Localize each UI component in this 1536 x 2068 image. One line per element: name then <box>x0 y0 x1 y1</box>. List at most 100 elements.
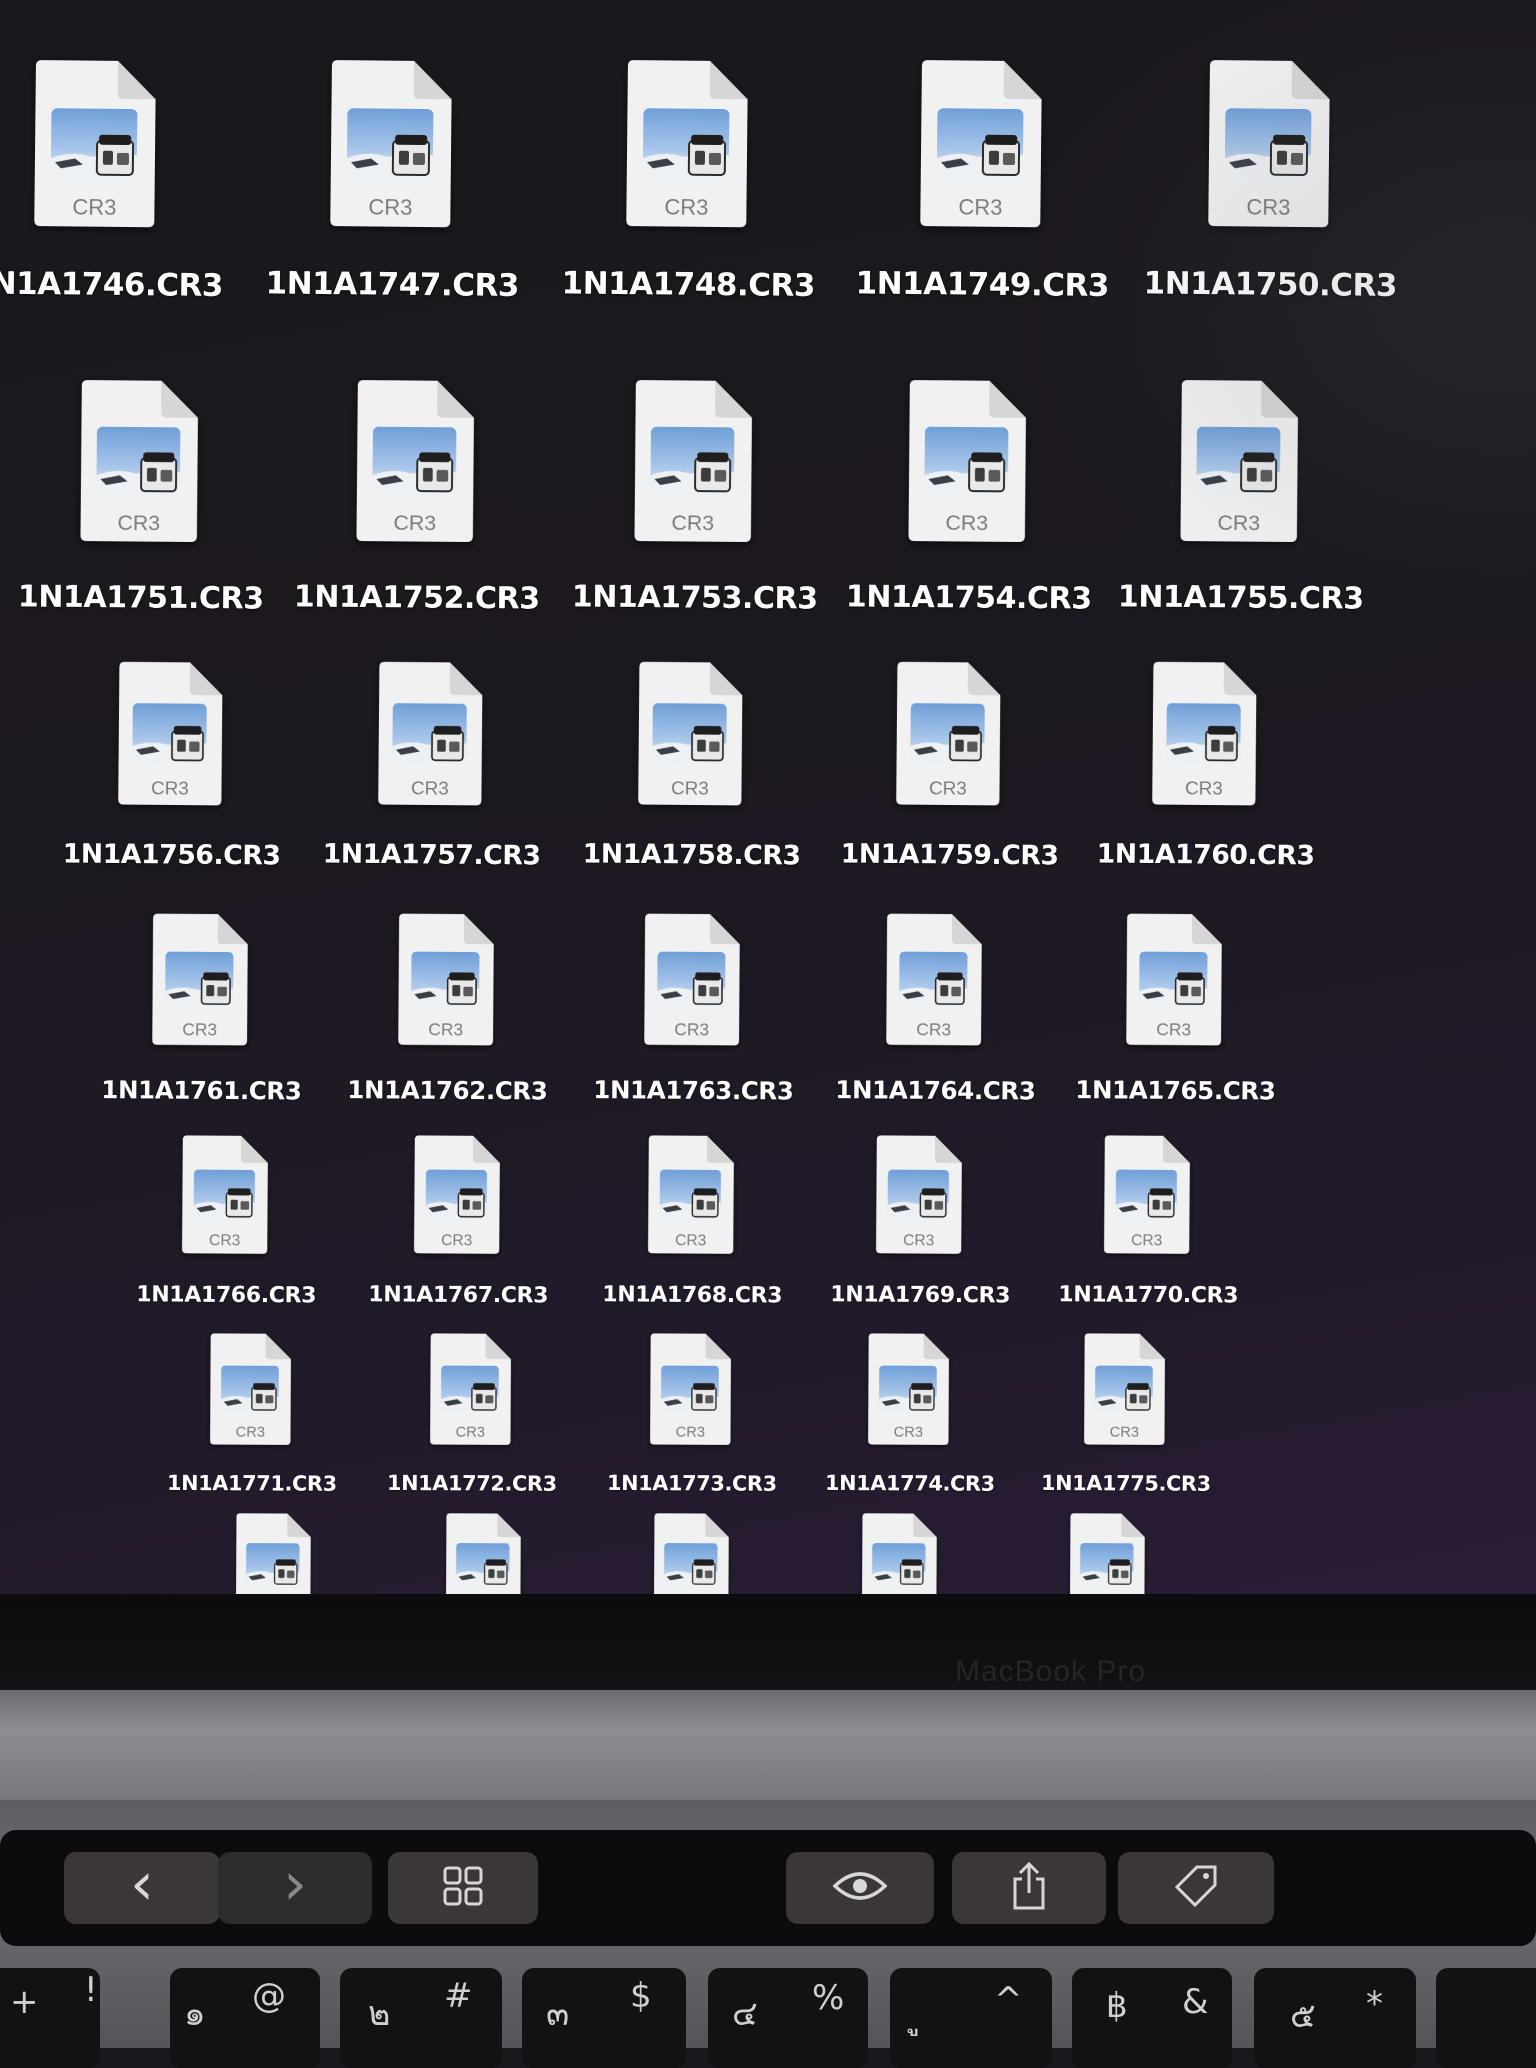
file-name-label[interactable]: 1N1A1750.CR3 <box>1143 265 1397 304</box>
cr3-file-icon[interactable]: CR3 <box>411 1134 501 1255</box>
file-type-label: CR3 <box>664 194 708 219</box>
grid-view-icon <box>442 1865 484 1911</box>
file-name-label[interactable]: 1N1A1747.CR3 <box>265 265 519 304</box>
keyboard-key-spacer <box>0 1968 1 2068</box>
cr3-file-icon[interactable]: CR3 <box>641 912 741 1047</box>
cr3-file-icon[interactable]: CR3 <box>30 58 158 229</box>
file-name-label[interactable]: 1N1A1753.CR3 <box>572 579 818 616</box>
keyboard-key[interactable]: # ๒ <box>340 1968 502 2068</box>
file-name-label[interactable]: 1N1A1755.CR3 <box>1118 579 1364 616</box>
file-name-label[interactable]: 1N1A1754.CR3 <box>846 579 1092 616</box>
file-name-label[interactable]: 1N1A1760.CR3 <box>1097 838 1315 871</box>
file-name-label[interactable]: 1N1A1746.CR3 <box>0 265 223 304</box>
file-type-label: CR3 <box>411 778 449 799</box>
file-name-label[interactable]: 1N1A1765.CR3 <box>1075 1076 1275 1106</box>
file-name-label[interactable]: 1N1A1775.CR3 <box>1041 1471 1211 1496</box>
cr3-file-icon[interactable]: CR3 <box>77 378 201 544</box>
cr3-file-icon[interactable]: CR3 <box>149 912 249 1047</box>
file-type-label: CR3 <box>916 1019 951 1039</box>
file-type-label: CR3 <box>456 1425 486 1441</box>
keyboard-key[interactable]: & ฿ <box>1072 1968 1232 2068</box>
touchbar-forward-button[interactable]: › <box>218 1852 372 1924</box>
file-name-label[interactable]: 1N1A1758.CR3 <box>583 838 801 871</box>
cr3-file-icon[interactable]: CR3 <box>631 378 755 544</box>
laptop-hinge <box>0 1690 1536 1800</box>
keyboard-key[interactable]: % ๔ <box>708 1968 868 2068</box>
keyboard-key[interactable]: ^ ู <box>890 1968 1052 2068</box>
file-name-label[interactable]: 1N1A1763.CR3 <box>593 1076 793 1106</box>
key-top-legend: & <box>1182 1982 1209 2022</box>
file-name-label[interactable]: 1N1A1761.CR3 <box>101 1076 301 1106</box>
cr3-file-icon[interactable]: CR3 <box>645 1134 735 1255</box>
cr3-file-icon[interactable]: CR3 <box>859 1512 938 1600</box>
cr3-file-icon[interactable]: CR3 <box>865 1332 950 1446</box>
cr3-file-icon[interactable]: CR3 <box>179 1134 269 1255</box>
file-name-label[interactable]: 1N1A1770.CR3 <box>1058 1281 1238 1308</box>
share-icon <box>1009 1861 1049 1915</box>
cr3-file-icon[interactable]: CR3 <box>1123 912 1223 1047</box>
cr3-file-icon[interactable]: CR3 <box>326 58 454 229</box>
keyboard-key[interactable] <box>1436 1968 1536 2068</box>
file-name-label[interactable]: 1N1A1762.CR3 <box>347 1076 547 1106</box>
cr3-file-icon[interactable]: CR3 <box>893 660 1003 807</box>
key-bottom-legend: ๔ <box>732 1994 758 2034</box>
file-name-label[interactable]: 1N1A1766.CR3 <box>136 1281 316 1308</box>
cr3-file-icon[interactable]: CR3 <box>622 58 750 229</box>
keyboard-key[interactable]: $ ๓ <box>522 1968 686 2068</box>
finder-window: CR3 1N1A1746.CR3 CR3 1N1A1747.CR3 CR3 1N1A174… <box>0 0 1536 1600</box>
cr3-file-icon[interactable]: CR3 <box>905 378 1029 544</box>
cr3-file-icon[interactable]: CR3 <box>395 912 495 1047</box>
touchbar-share-button[interactable] <box>952 1852 1106 1924</box>
touchbar-back-button[interactable]: ‹ <box>64 1852 220 1924</box>
keyboard-key[interactable]: @ ๑ <box>170 1968 320 2068</box>
file-name-label[interactable]: 1N1A1756.CR3 <box>63 838 281 871</box>
cr3-file-icon[interactable]: CR3 <box>1177 378 1301 544</box>
file-type-label: CR3 <box>182 1019 217 1039</box>
cr3-file-icon[interactable]: CR3 <box>651 1512 730 1600</box>
file-name-label[interactable]: 1N1A1771.CR3 <box>167 1471 337 1496</box>
cr3-file-icon[interactable]: CR3 <box>873 1134 963 1255</box>
touch-bar: ‹ › <box>0 1830 1536 1946</box>
file-type-label: CR3 <box>676 1425 706 1441</box>
cr3-file-icon[interactable]: CR3 <box>1101 1134 1191 1255</box>
file-name-label[interactable]: 1N1A1759.CR3 <box>841 838 1059 871</box>
file-name-label[interactable]: 1N1A1751.CR3 <box>18 579 264 616</box>
cr3-file-icon[interactable]: CR3 <box>375 660 485 807</box>
cr3-file-icon[interactable]: CR3 <box>443 1512 522 1600</box>
file-name-label[interactable]: 1N1A1774.CR3 <box>825 1471 995 1496</box>
cr3-file-icon[interactable]: CR3 <box>1081 1332 1166 1446</box>
touchbar-view-button[interactable] <box>388 1852 538 1924</box>
cr3-file-icon[interactable]: CR3 <box>1204 58 1332 229</box>
file-name-label[interactable]: 1N1A1767.CR3 <box>368 1281 548 1308</box>
file-name-label[interactable]: 1N1A1757.CR3 <box>323 838 541 871</box>
key-bottom-legend: ๒ <box>368 1994 391 2034</box>
cr3-file-icon[interactable]: CR3 <box>1149 660 1259 807</box>
key-bottom-legend: ๑ <box>184 1994 206 2034</box>
touchbar-tag-button[interactable] <box>1118 1852 1274 1924</box>
cr3-file-icon[interactable]: CR3 <box>207 1332 292 1446</box>
cr3-file-icon[interactable]: CR3 <box>353 378 477 544</box>
cr3-file-icon[interactable]: CR3 <box>115 660 225 807</box>
cr3-file-icon[interactable]: CR3 <box>916 58 1044 229</box>
keyboard-key[interactable]: * ๕ <box>1254 1968 1416 2068</box>
file-name-label[interactable]: 1N1A1749.CR3 <box>855 265 1109 304</box>
file-name-label[interactable]: 1N1A1769.CR3 <box>830 1281 1010 1308</box>
cr3-file-icon[interactable]: CR3 <box>427 1332 512 1446</box>
cr3-file-icon[interactable]: CR3 <box>635 660 745 807</box>
cr3-file-icon[interactable]: CR3 <box>233 1512 312 1600</box>
back-icon: ‹ <box>130 1849 154 1919</box>
file-name-label[interactable]: 1N1A1768.CR3 <box>602 1281 782 1308</box>
file-type-label: CR3 <box>72 194 116 219</box>
file-name-label[interactable]: 1N1A1764.CR3 <box>835 1076 1035 1106</box>
cr3-file-icon[interactable]: CR3 <box>883 912 983 1047</box>
touchbar-quick-look-button[interactable] <box>786 1852 934 1924</box>
file-name-label[interactable]: 1N1A1772.CR3 <box>387 1471 557 1496</box>
file-type-label: CR3 <box>671 778 709 799</box>
cr3-file-icon[interactable]: CR3 <box>647 1332 732 1446</box>
key-top-legend: @ <box>252 1976 286 2016</box>
file-name-label[interactable]: 1N1A1773.CR3 <box>607 1471 777 1496</box>
cr3-file-icon[interactable]: CR3 <box>1067 1512 1146 1600</box>
file-name-label[interactable]: 1N1A1752.CR3 <box>294 579 540 616</box>
file-type-label: CR3 <box>674 1019 709 1039</box>
file-name-label[interactable]: 1N1A1748.CR3 <box>561 265 815 304</box>
